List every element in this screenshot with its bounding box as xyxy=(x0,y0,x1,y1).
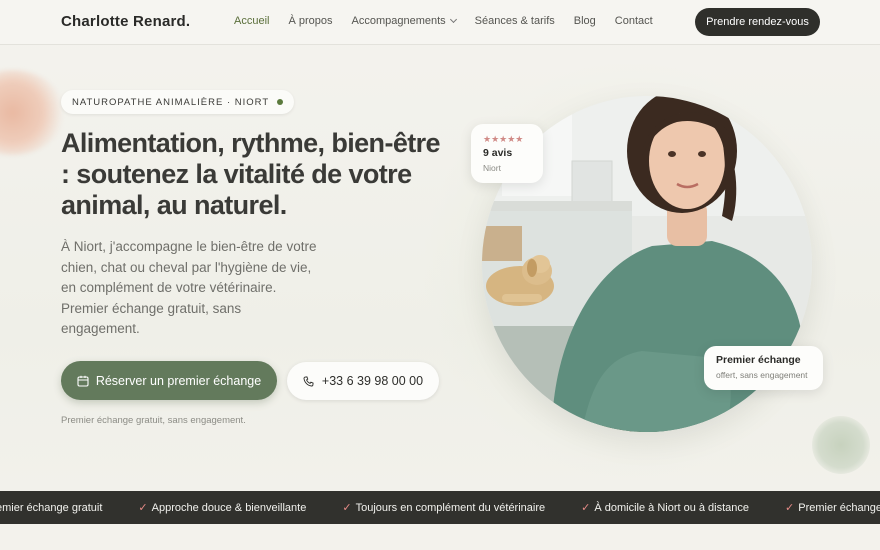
book-appointment-button[interactable]: Prendre rendez-vous xyxy=(695,8,820,36)
book-first-call-button[interactable]: Réserver un premier échange xyxy=(61,361,277,400)
location-badge: NATUROPATHE ANIMALIÈRE · NIORT xyxy=(61,90,295,114)
nav-item-seances-tarifs[interactable]: Séances & tarifs xyxy=(475,15,555,27)
phone-button[interactable]: +33 6 39 98 00 00 xyxy=(287,362,439,400)
marquee-item-label: Premier échange gratuit xyxy=(798,501,880,514)
nav-item-accompagnements[interactable]: Accompagnements xyxy=(351,15,457,27)
reviews-card[interactable]: ★★★★★ 9 avis Niort xyxy=(471,124,543,183)
benefits-marquee: emier échange gratuit ✓ Approche douce & … xyxy=(0,491,880,524)
nav-item-accueil[interactable]: Accueil xyxy=(234,15,269,27)
phone-icon xyxy=(303,375,314,386)
marquee-item: ✓ Toujours en complément du vétérinaire xyxy=(342,501,546,515)
marquee-item-label: Toujours en complément du vétérinaire xyxy=(355,501,546,514)
next-section-edge xyxy=(0,524,880,550)
calendar-icon xyxy=(77,375,89,387)
hero-footnote: Premier échange gratuit, sans engagement… xyxy=(61,415,246,426)
free-first-call-subtitle: offert, sans engagement xyxy=(716,370,808,380)
book-first-call-label: Réserver un premier échange xyxy=(95,373,262,388)
check-icon: ✓ xyxy=(342,502,352,514)
review-count: 9 avis xyxy=(483,147,513,159)
badge-label: NATUROPATHE ANIMALIÈRE · NIORT xyxy=(72,96,270,108)
marquee-item: emier échange gratuit xyxy=(0,502,102,514)
chevron-down-icon xyxy=(449,15,457,24)
status-dot-icon xyxy=(277,99,284,105)
marquee-item-label: Approche douce & bienveillante xyxy=(151,501,307,514)
check-icon: ✓ xyxy=(785,502,795,514)
nav-item-contact[interactable]: Contact xyxy=(615,15,653,27)
check-icon: ✓ xyxy=(138,502,148,514)
marquee-item: ✓ Approche douce & bienveillante xyxy=(138,501,307,515)
review-location: Niort xyxy=(483,163,501,173)
hero-headline: Alimentation, rythme, bien-être : souten… xyxy=(61,128,441,220)
nav-item-a-propos[interactable]: À propos xyxy=(288,15,332,27)
check-icon: ✓ xyxy=(581,502,591,514)
free-first-call-card: Premier échange offert, sans engagement xyxy=(704,346,823,390)
main-nav: Accueil À propos Accompagnements Séances… xyxy=(234,15,672,27)
site-header: Charlotte Renard. Accueil À propos Accom… xyxy=(0,0,880,45)
decorative-peach-blob xyxy=(0,70,65,155)
page: Charlotte Renard. Accueil À propos Accom… xyxy=(0,0,880,550)
free-first-call-title: Premier échange xyxy=(716,354,801,366)
site-logo[interactable]: Charlotte Renard. xyxy=(61,13,190,30)
marquee-item: ✓ À domicile à Niort ou à distance xyxy=(581,501,750,515)
rating-stars-icon: ★★★★★ xyxy=(483,134,524,144)
marquee-item: ✓Premier échange gratuit xyxy=(785,501,880,515)
decorative-sage-blob xyxy=(812,416,870,474)
nav-item-accompagnements-label: Accompagnements xyxy=(351,15,446,27)
hero-lead: À Niort, j'accompagne le bien-être de vo… xyxy=(61,239,317,336)
phone-number: +33 6 39 98 00 00 xyxy=(321,374,424,388)
nav-item-blog[interactable]: Blog xyxy=(574,15,596,27)
marquee-item-label: emier échange gratuit xyxy=(0,501,103,514)
marquee-item-label: À domicile à Niort ou à distance xyxy=(594,501,750,514)
